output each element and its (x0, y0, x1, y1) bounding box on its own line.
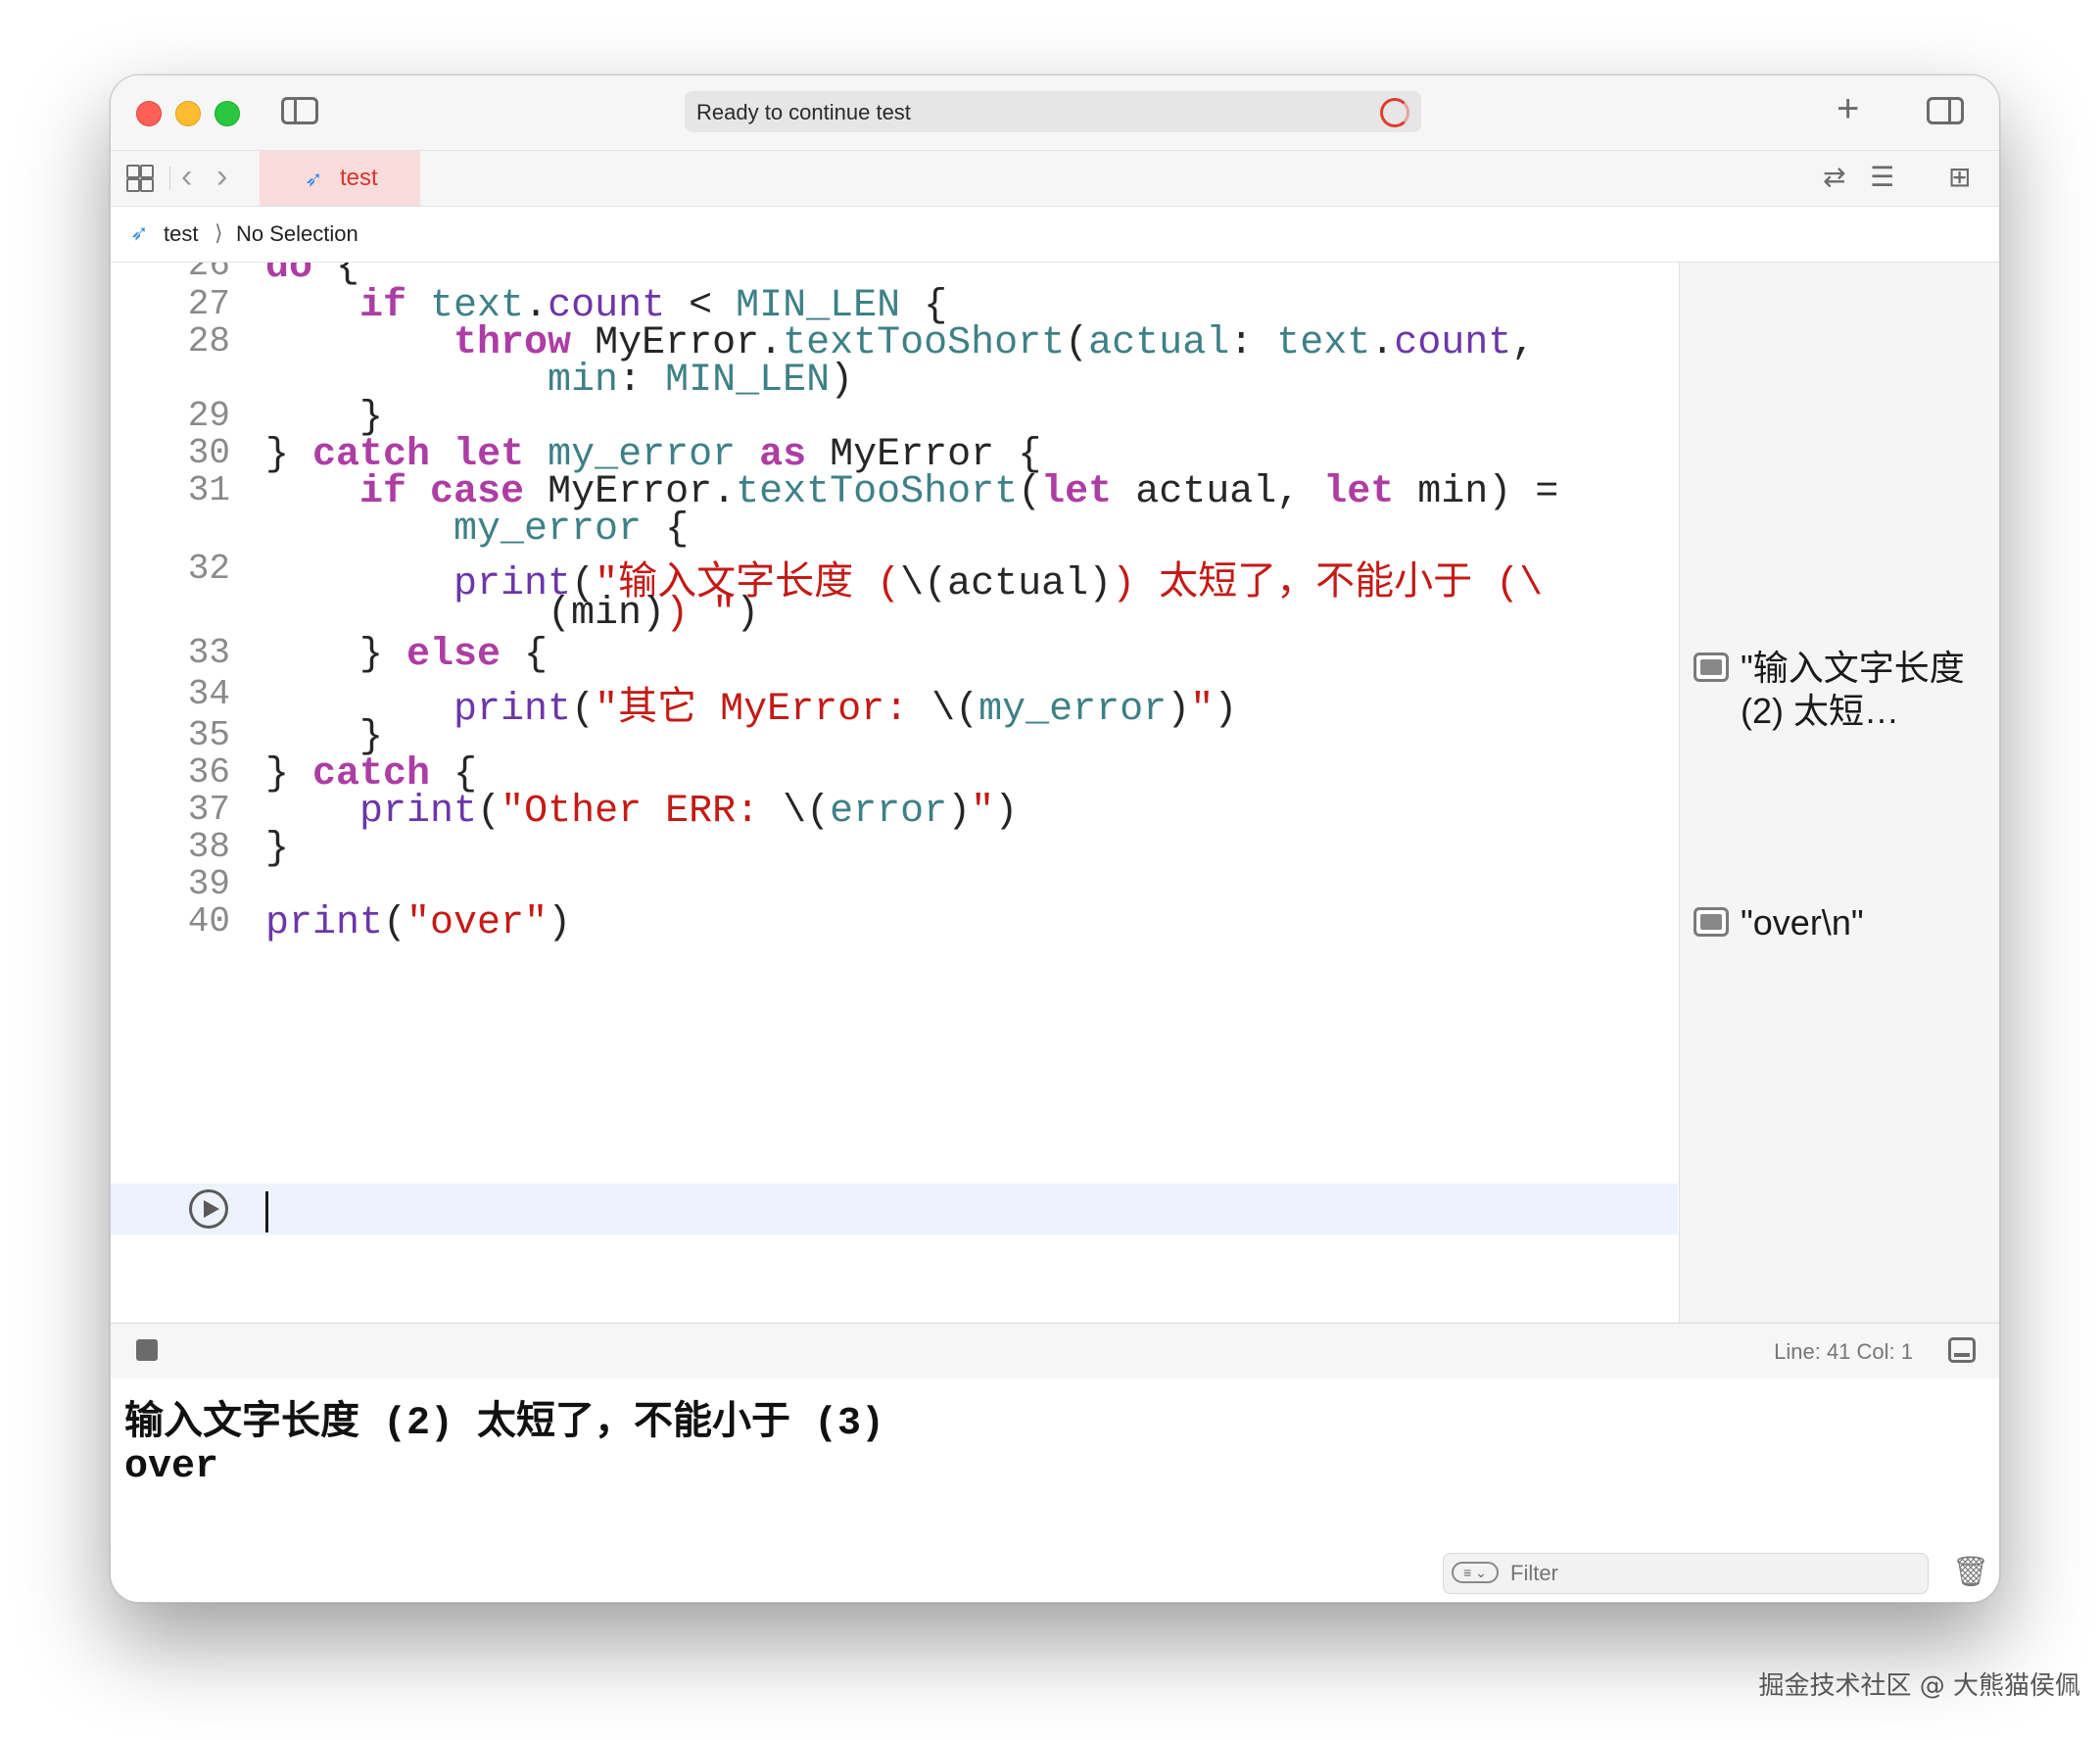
line-number: 30 (187, 433, 230, 473)
forward-chevron-icon[interactable]: › (216, 157, 227, 196)
add-icon[interactable]: + (1837, 89, 1859, 128)
console-toggle-icon[interactable] (1948, 1337, 1976, 1363)
line-number: 38 (187, 827, 230, 867)
inspector-toggle-icon[interactable] (1927, 97, 1964, 124)
xcode-playground-window: Ready to continue test + ‹ › ➶ test ⇄ ☰ … (110, 74, 2000, 1603)
line-number: 27 (187, 284, 230, 324)
line-number: 40 (187, 901, 230, 942)
line-number: 34 (187, 674, 230, 714)
breadcrumb-selection[interactable]: No Selection (236, 221, 358, 247)
code-text: my_error { (453, 508, 690, 552)
tab-test[interactable]: ➶ test (260, 151, 420, 206)
trash-icon[interactable]: 🗑 (1952, 1555, 1989, 1589)
swift-file-icon: ➶ (130, 220, 149, 245)
code-text: (min)) ") (265, 592, 760, 636)
refresh-swap-icon[interactable]: ⇄ (1823, 161, 1845, 193)
editor-options-icon[interactable]: ☰ (1870, 161, 1894, 193)
code-text: } else { (265, 633, 549, 677)
minimize-window-button[interactable] (175, 101, 201, 126)
filter-icon[interactable]: ≡ ⌄ (1452, 1562, 1499, 1583)
line-number: 28 (187, 321, 230, 362)
related-items-icon[interactable] (126, 165, 154, 192)
swift-file-icon: ➶ (305, 167, 323, 191)
breadcrumb-file[interactable]: test (164, 221, 198, 247)
line-number: 35 (187, 715, 230, 755)
back-chevron-icon[interactable]: ‹ (181, 157, 192, 196)
progress-spinner-icon (1380, 98, 1409, 127)
divider (169, 167, 170, 190)
tab-bar: ‹ › ➶ test ⇄ ☰ ⊞ (111, 151, 1999, 207)
line-number: 39 (187, 864, 230, 904)
line-number: 26 (187, 263, 230, 285)
line-number: 36 (187, 752, 230, 793)
title-bar: Ready to continue test + (111, 75, 1999, 151)
code-text: print("over") (265, 901, 572, 945)
line-number: 37 (187, 790, 230, 830)
console-line: 输入文字长度 (2) 太短了，不能小于 (3) (124, 1402, 885, 1446)
filter-field[interactable]: ≡ ⌄ (1443, 1553, 1929, 1594)
source-editor[interactable]: 26 do { 27 if text.count < MIN_LEN { 28 … (111, 263, 1678, 1323)
line-number: 33 (187, 633, 230, 673)
current-line-highlight (111, 1184, 1678, 1234)
quick-look-icon[interactable] (1694, 652, 1729, 682)
filter-input[interactable] (1508, 1558, 1904, 1589)
line-number: 32 (187, 549, 230, 589)
breadcrumb-separator: ⟩ (215, 220, 223, 245)
activity-status: Ready to continue test (685, 91, 1421, 132)
watermark-text: 掘金技术社区 @ 大熊猫侯佩 (1758, 1671, 2080, 1701)
results-sidebar: "输入文字长度 (2) 太短… "over\n" (1679, 263, 1999, 1323)
console-line: over (124, 1445, 219, 1489)
stop-icon[interactable] (136, 1339, 158, 1361)
text-cursor (265, 1191, 268, 1232)
debug-bar: Line: 41 Col: 1 (111, 1323, 1999, 1379)
close-window-button[interactable] (136, 101, 162, 126)
result-value: "over\n" (1741, 902, 1864, 942)
line-number: 31 (187, 470, 230, 510)
quick-look-icon[interactable] (1694, 907, 1729, 937)
breadcrumb: ➶ test ⟩ No Selection (111, 207, 1999, 263)
cursor-position: Line: 41 Col: 1 (1774, 1339, 1913, 1364)
console-output[interactable]: 输入文字长度 (2) 太短了，不能小于 (3) over ≡ ⌄ 🗑 (111, 1378, 1999, 1602)
line-number: 29 (187, 396, 230, 436)
result-value: "输入文字长度 (2) 太短… (1741, 648, 1965, 731)
zoom-window-button[interactable] (215, 101, 240, 126)
tab-label: test (340, 165, 378, 191)
code-line: 40 print("over") (111, 901, 1678, 952)
run-to-line-play-icon[interactable] (189, 1189, 228, 1229)
status-text: Ready to continue test (696, 100, 911, 124)
navigator-toggle-icon[interactable] (281, 97, 318, 124)
add-editor-icon[interactable]: ⊞ (1948, 161, 1971, 193)
